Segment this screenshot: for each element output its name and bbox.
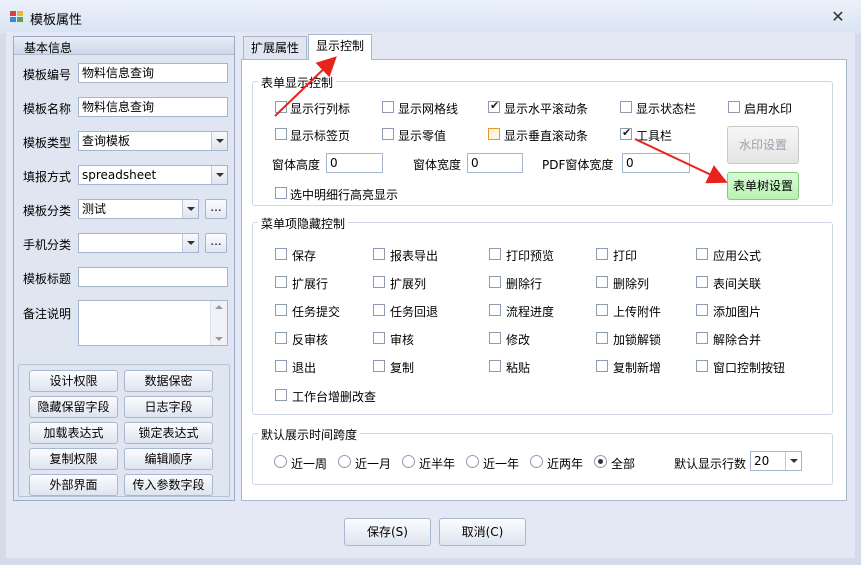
arrow-to-display-tab bbox=[274, 56, 337, 117]
annotation-arrows bbox=[274, 56, 728, 184]
arrow-to-form-tree-button bbox=[634, 138, 728, 184]
